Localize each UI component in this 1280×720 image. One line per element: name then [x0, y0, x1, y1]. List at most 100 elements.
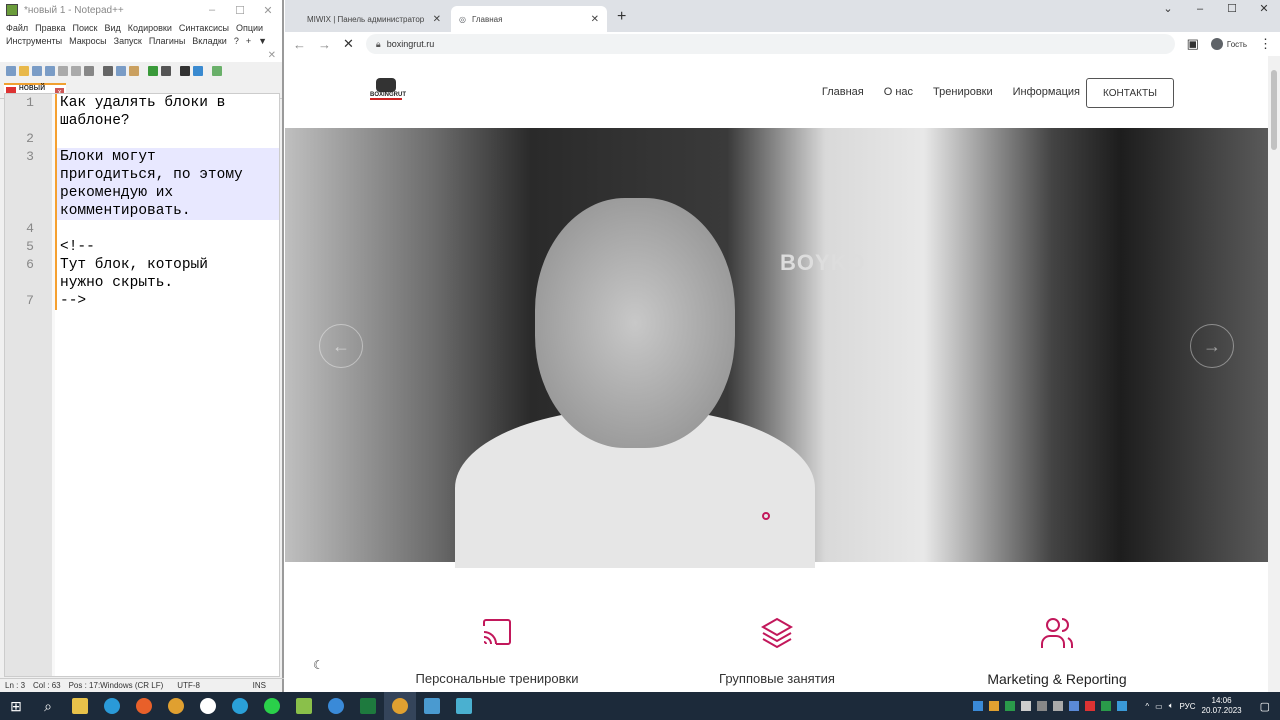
replace-icon[interactable] — [193, 66, 203, 76]
close-button[interactable]: ✕ — [254, 4, 282, 17]
volume-icon[interactable]: 🔈︎ — [1169, 701, 1174, 711]
notifications-icon[interactable]: ▢ — [1260, 700, 1270, 713]
paste-icon[interactable] — [129, 66, 139, 76]
zoom-icon[interactable] — [212, 66, 222, 76]
app-icon[interactable] — [320, 692, 352, 720]
contacts-button[interactable]: КОНТАКТЫ — [1086, 78, 1174, 108]
chevron-up-icon[interactable]: ^ — [1145, 702, 1149, 711]
slider-indicator[interactable] — [762, 512, 770, 520]
code-line[interactable]: 4 — [5, 220, 279, 238]
redo-icon[interactable] — [161, 66, 171, 76]
line-text[interactable] — [55, 220, 279, 238]
nav-link[interactable]: Тренировки — [933, 86, 993, 98]
menu-item[interactable]: Кодировки — [128, 23, 172, 33]
tab-search-icon[interactable]: ⌄ — [1152, 0, 1184, 18]
menu-icon[interactable]: ⋮ — [1259, 36, 1272, 52]
yandex-icon[interactable] — [192, 692, 224, 720]
code-area[interactable]: 1 Как удалять блоки в шаблоне? 2 3 Блоки мог… — [5, 94, 279, 310]
menu-item[interactable]: Синтаксисы — [179, 23, 229, 33]
tab-close-icon[interactable]: ✕ — [433, 14, 441, 25]
edge-icon[interactable] — [96, 692, 128, 720]
whatsapp-icon[interactable] — [256, 692, 288, 720]
address-bar[interactable]: 🔒︎ boxingrut.ru — [365, 34, 1175, 54]
profile-button[interactable]: Гость — [1210, 38, 1247, 50]
tray-icon[interactable] — [1101, 701, 1112, 711]
print-icon[interactable] — [84, 66, 94, 76]
chrome-active-icon[interactable] — [384, 692, 416, 720]
tray-icon[interactable] — [1021, 701, 1032, 711]
page-scrollbar[interactable] — [1268, 56, 1280, 692]
clock[interactable]: 14:06 20.07.2023 — [1202, 696, 1242, 716]
new-file-icon[interactable] — [6, 66, 16, 76]
close-icon[interactable] — [58, 66, 68, 76]
start-button[interactable]: ⊞ — [0, 692, 32, 720]
menu-item[interactable]: + — [246, 36, 251, 46]
copy-icon[interactable] — [116, 66, 126, 76]
menu-item[interactable]: Опции — [236, 23, 263, 33]
open-icon[interactable] — [19, 66, 29, 76]
code-line[interactable]: 1 Как удалять блоки в шаблоне? — [5, 94, 279, 130]
code-line[interactable]: 5 <!-- — [5, 238, 279, 256]
slider-next-button[interactable]: → — [1190, 324, 1234, 368]
save-icon[interactable] — [32, 66, 42, 76]
code-line[interactable]: 3 Блоки могут пригодиться, по этому реком… — [5, 148, 279, 220]
slider-prev-button[interactable]: ← — [319, 324, 363, 368]
firefox-icon[interactable] — [128, 692, 160, 720]
new-tab-button[interactable]: + — [617, 8, 626, 26]
app-icon[interactable] — [448, 692, 480, 720]
site-logo[interactable]: BOXINGRUT — [370, 78, 406, 106]
code-line[interactable]: 6 Тут блок, который нужно скрыть. — [5, 256, 279, 292]
line-text[interactable]: Блоки могут пригодиться, по этому рекоме… — [55, 148, 279, 220]
line-text[interactable]: <!-- — [55, 238, 279, 256]
menu-item[interactable]: Запуск — [114, 36, 142, 46]
cut-icon[interactable] — [103, 66, 113, 76]
dark-mode-toggle[interactable]: ☾ — [313, 658, 324, 672]
line-text[interactable]: Тут блок, который нужно скрыть. — [55, 256, 279, 292]
menu-item[interactable]: Вкладки — [192, 36, 227, 46]
close-button[interactable]: ✕ — [1248, 0, 1280, 18]
tray-icon[interactable] — [973, 701, 984, 711]
excel-icon[interactable] — [352, 692, 384, 720]
sidepanel-icon[interactable]: ▣ — [1187, 36, 1199, 52]
stop-icon[interactable]: ✕ — [343, 36, 354, 52]
app-icon[interactable] — [416, 692, 448, 720]
tray-icon[interactable] — [1085, 701, 1096, 711]
menu-item[interactable]: Макросы — [69, 36, 107, 46]
explorer-icon[interactable] — [64, 692, 96, 720]
editor[interactable]: 1 Как удалять блоки в шаблоне? 2 3 Блоки мог… — [4, 93, 280, 677]
tab-close-icon[interactable]: ✕ — [591, 14, 599, 25]
code-line[interactable]: 2 — [5, 130, 279, 148]
close-all-icon[interactable] — [71, 66, 81, 76]
nav-link[interactable]: Информация — [1013, 86, 1080, 98]
menu-item[interactable]: Инструменты — [6, 36, 62, 46]
line-text[interactable]: Как удалять блоки в шаблоне? — [55, 94, 279, 130]
menu-item[interactable]: Правка — [35, 23, 65, 33]
network-icon[interactable]: ▭ — [1155, 702, 1163, 711]
undo-icon[interactable] — [148, 66, 158, 76]
code-line[interactable]: 7 --> — [5, 292, 279, 310]
notepadpp-icon[interactable] — [288, 692, 320, 720]
menu-item[interactable]: Файл — [6, 23, 28, 33]
browser-tab-miwix[interactable]: MIWIX | Панель администратор ✕ — [299, 6, 449, 32]
telegram-icon[interactable] — [224, 692, 256, 720]
tray-icon[interactable] — [1069, 701, 1080, 711]
nav-link[interactable]: Главная — [822, 86, 864, 98]
menu-item[interactable]: ? — [234, 36, 239, 46]
browser-tab-home[interactable]: ◎ Главная ✕ — [451, 6, 607, 32]
menu-item[interactable]: Плагины — [149, 36, 185, 46]
line-text[interactable]: --> — [55, 292, 279, 310]
menu-item[interactable]: ▼ — [258, 36, 267, 46]
search-icon[interactable]: ⌕ — [32, 692, 64, 720]
save-all-icon[interactable] — [45, 66, 55, 76]
tray-icon[interactable] — [1053, 701, 1064, 711]
chrome-icon[interactable] — [160, 692, 192, 720]
back-icon[interactable]: ← — [293, 37, 306, 52]
forward-icon[interactable]: → — [318, 37, 331, 52]
tray-icon[interactable] — [1005, 701, 1016, 711]
menu-item[interactable]: Поиск — [73, 23, 98, 33]
minimize-button[interactable]: – — [1184, 0, 1216, 18]
menu-item[interactable]: Вид — [105, 23, 121, 33]
maximize-button[interactable]: ☐ — [1216, 0, 1248, 18]
tray-icon[interactable] — [1037, 701, 1048, 711]
language-indicator[interactable]: РУС — [1180, 702, 1196, 711]
